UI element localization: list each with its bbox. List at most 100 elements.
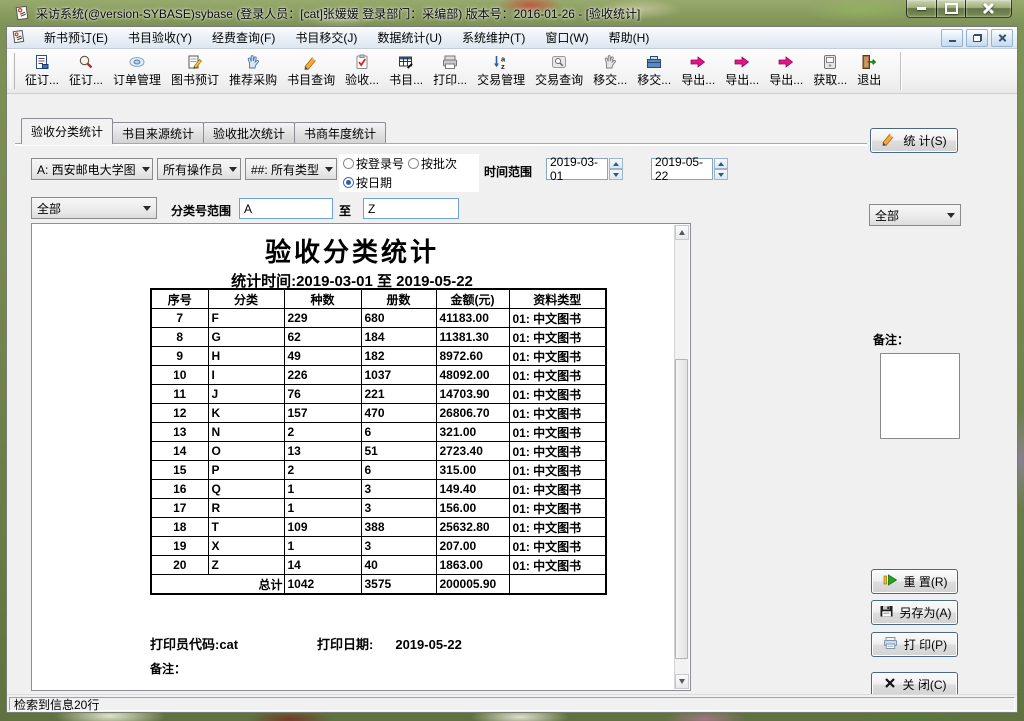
table-row: 9H491828972.6001: 中文图书	[151, 347, 606, 366]
report-note-label: 备注：	[150, 660, 186, 677]
catalog-query-icon	[302, 54, 320, 70]
menu-new-order[interactable]: 新书预订(E)	[34, 27, 118, 49]
table-row: 10I226103748092.0001: 中文图书	[151, 366, 606, 385]
report-scrollbar[interactable]	[674, 225, 689, 689]
menu-accept[interactable]: 书目验收(Y)	[118, 27, 202, 49]
scope-combo[interactable]: 全部	[31, 197, 157, 219]
menu-window[interactable]: 窗口(W)	[535, 27, 598, 49]
table-row: 17R13156.0001: 中文图书	[151, 499, 606, 518]
table-row: 8G6218411381.3001: 中文图书	[151, 328, 606, 347]
minimize-button[interactable]	[906, 0, 937, 18]
spin-up-icon[interactable]	[714, 158, 728, 169]
close-icon	[983, 3, 994, 14]
tab-batch-stats[interactable]: 验收批次统计	[203, 122, 295, 144]
table-row: 7F22968041183.0001: 中文图书	[151, 309, 606, 328]
menu-funds[interactable]: 经费查询(F)	[202, 27, 285, 49]
scrollbar-thumb[interactable]	[675, 359, 688, 659]
spin-up-icon[interactable]	[609, 158, 623, 169]
accept-check-icon	[353, 54, 371, 70]
side-scope-combo[interactable]: 全部	[869, 204, 961, 226]
transfer-hand-icon	[601, 54, 619, 70]
menu-help[interactable]: 帮助(H)	[599, 27, 660, 49]
toolbar-separator	[900, 52, 901, 90]
dropdown-arrow-icon	[142, 167, 150, 172]
stat-button[interactable]: 统 计(S)	[870, 128, 958, 153]
note-textarea[interactable]	[880, 353, 960, 439]
menu-maintenance[interactable]: 系统维护(T)	[452, 27, 535, 49]
toolbar-catalog-query[interactable]: 书目查询	[282, 52, 340, 90]
spin-down-icon[interactable]	[609, 169, 623, 180]
radio-by-date[interactable]: 按日期	[339, 173, 392, 192]
toolbar-transfer-1[interactable]: 移交...	[588, 52, 632, 90]
class-to-input[interactable]: Z	[363, 198, 459, 219]
radio-by-login[interactable]: 按登录号	[339, 154, 404, 173]
radio-by-batch[interactable]: 按批次	[404, 154, 457, 173]
toolbar-transfer-2[interactable]: 移交...	[632, 52, 676, 90]
toolbar-trade-query[interactable]: 交易查询	[530, 52, 588, 90]
radio-selected-icon	[343, 177, 354, 188]
tab-vendor-year-stats[interactable]: 书商年度统计	[294, 122, 386, 144]
close-button[interactable]	[965, 0, 1012, 18]
print-date-line: 打印日期:2019-05-22	[317, 634, 462, 653]
mdi-close-button[interactable]	[991, 29, 1013, 47]
book-preorder-icon	[186, 54, 204, 70]
toolbar-grip[interactable]	[10, 53, 15, 89]
report-title: 验收分类统计	[32, 232, 672, 269]
menu-statistics[interactable]: 数据统计(U)	[367, 27, 452, 49]
menu-transfer[interactable]: 书目移交(J)	[285, 27, 367, 49]
subscribe-doc-icon	[33, 54, 51, 70]
toolbar-export-1[interactable]: 导出...	[676, 52, 720, 90]
table-row: 15P26315.0001: 中文图书	[151, 461, 606, 480]
table-row: 13N26321.0001: 中文图书	[151, 423, 606, 442]
date-to-spinner[interactable]: 2019-05-22	[651, 158, 728, 180]
table-row: 11J7622114703.9001: 中文图书	[151, 385, 606, 404]
menu-bar: 新书预订(E) 书目验收(Y) 经费查询(F) 书目移交(J) 数据统计(U) …	[7, 27, 1017, 49]
dropdown-arrow-icon	[325, 167, 333, 172]
toolbar-export-3[interactable]: 导出...	[764, 52, 808, 90]
export-arrow-icon	[689, 54, 707, 70]
toolbar-book-preorder[interactable]: 图书预订	[166, 52, 224, 90]
maximize-button[interactable]	[936, 0, 966, 18]
close-icon	[998, 33, 1007, 42]
minimize-icon	[917, 7, 926, 10]
toolbar-exit[interactable]: 退出	[852, 52, 886, 90]
tab-accept-class-stats[interactable]: 验收分类统计	[21, 118, 113, 144]
order-manage-icon	[128, 54, 146, 70]
spin-down-icon[interactable]	[714, 169, 728, 180]
save-as-button[interactable]: 另存为(A)	[871, 600, 958, 625]
toolbar-subscribe-1[interactable]: 征订...	[20, 52, 64, 90]
date-from-spinner[interactable]: 2019-03-01	[546, 158, 623, 180]
date-from-value[interactable]: 2019-03-01	[546, 158, 608, 180]
toolbar-recommend[interactable]: 推荐采购	[224, 52, 282, 90]
tab-source-stats[interactable]: 书目来源统计	[112, 122, 204, 144]
print-button[interactable]: 打 印(P)	[871, 632, 958, 657]
trade-manage-icon: az	[492, 54, 510, 70]
mdi-minimize-button[interactable]	[941, 29, 963, 47]
class-from-input[interactable]: A	[239, 198, 333, 219]
toolbar-fetch[interactable]: 获取...	[808, 52, 852, 90]
dropdown-arrow-icon	[947, 213, 955, 218]
toolbar-subscribe-2[interactable]: 征订...	[64, 52, 108, 90]
date-mode-group: 按登录号 按批次 按日期	[339, 154, 479, 192]
restore-icon	[973, 34, 982, 42]
scroll-up-icon[interactable]	[675, 225, 689, 240]
window-frame: 采访系统(@version-SYBASE)sybase (登录人员：[cat]张…	[0, 0, 1024, 721]
print-tool-icon	[441, 54, 459, 70]
library-combo[interactable]: A: 西安邮电大学图	[31, 158, 153, 180]
date-to-value[interactable]: 2019-05-22	[651, 158, 713, 180]
scroll-down-icon[interactable]	[675, 674, 689, 689]
toolbar-trade-manage[interactable]: az 交易管理	[472, 52, 530, 90]
toolbar-print[interactable]: 打印...	[428, 52, 472, 90]
toolbar-catalog-list[interactable]: 书目...	[384, 52, 428, 90]
radio-icon	[408, 158, 419, 169]
type-combo[interactable]: ##: 所有类型	[245, 158, 337, 180]
toolbar-accept[interactable]: 验收...	[340, 52, 384, 90]
print-date-value: 2019-05-22	[395, 637, 462, 652]
mdi-restore-button[interactable]	[966, 29, 988, 47]
toolbar-export-2[interactable]: 导出...	[720, 52, 764, 90]
reset-button[interactable]: 重 置(R)	[871, 569, 958, 594]
spinner-buttons	[714, 158, 728, 180]
operator-combo[interactable]: 所有操作员	[157, 158, 241, 180]
toolbar-order-manage[interactable]: 订单管理	[108, 52, 166, 90]
table-row: 19X13207.0001: 中文图书	[151, 537, 606, 556]
